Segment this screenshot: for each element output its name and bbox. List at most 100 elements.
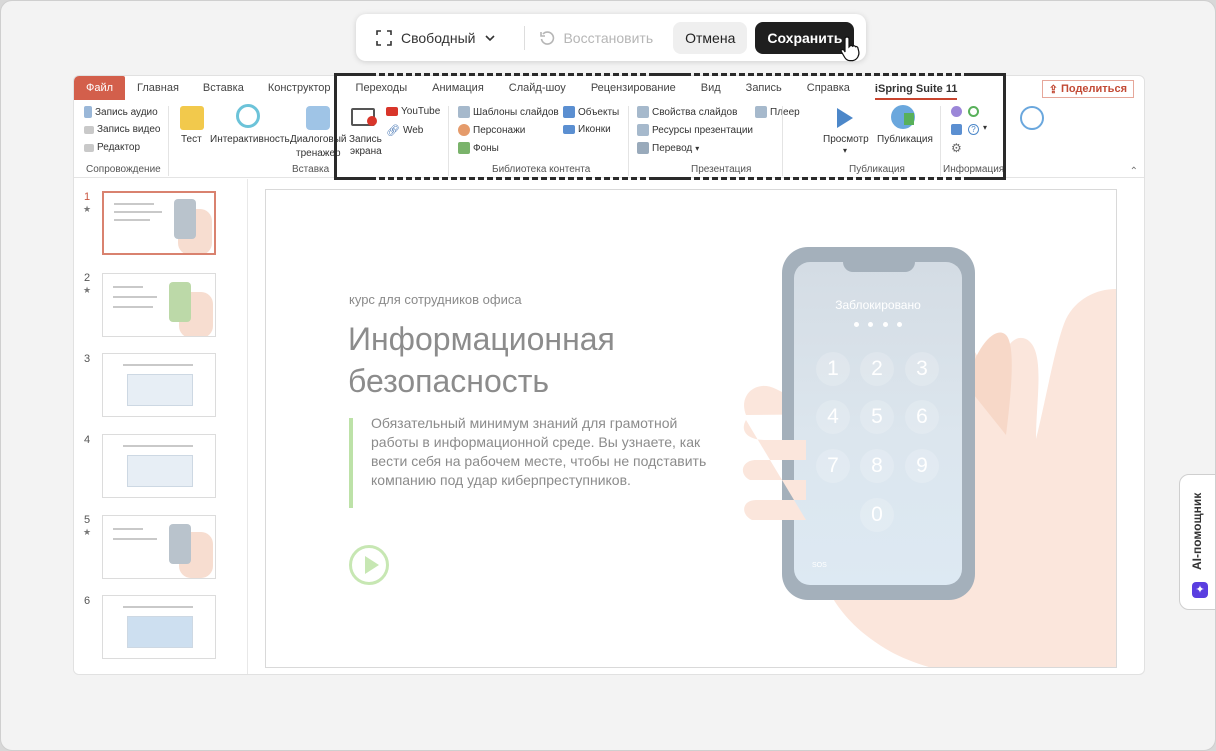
slide-kicker: курс для сотрудников офиса [349, 292, 522, 307]
chevron-down-icon[interactable]: ▾ [983, 123, 987, 132]
resources-icon [637, 124, 649, 136]
slide-thumbnail-3[interactable] [102, 353, 216, 417]
translate-button[interactable]: Перевод ▾ [637, 142, 699, 154]
crop-edge-handle[interactable] [334, 73, 337, 180]
slide-canvas[interactable]: Заблокировано 1 2 3 4 5 6 7 8 9 0 SOS ку… [265, 189, 1117, 668]
screen-record-label[interactable]: Запись [349, 134, 382, 145]
backgrounds-button[interactable]: Фоны [458, 142, 499, 154]
tab-insert[interactable]: Вставка [203, 76, 244, 100]
record-audio-label: Запись аудио [95, 106, 158, 118]
crop-toolbar: Свободный Восстановить Отмена Сохранить [356, 14, 866, 61]
play-preview-icon[interactable] [837, 108, 853, 128]
slide-thumbnail-1[interactable] [102, 191, 216, 255]
powerpoint-window: Файл Главная Вставка Конструктор Переход… [73, 75, 1145, 675]
crop-corner-handle[interactable] [966, 177, 1006, 180]
keypad-key: 2 [860, 352, 894, 386]
gear-icon[interactable]: ⚙︎ [951, 142, 962, 154]
thumb-line [114, 219, 150, 221]
tab-slideshow[interactable]: Слайд-шоу [509, 76, 566, 100]
tab-ispring[interactable]: iSpring Suite 11 [874, 80, 958, 100]
monitor-icon[interactable] [951, 124, 962, 135]
interactivity-icon[interactable] [236, 104, 260, 128]
slide-title: Информационная безопасность [348, 321, 615, 399]
tab-record[interactable]: Запись [746, 76, 782, 100]
share-button[interactable]: ⇪ Поделиться [1041, 80, 1134, 98]
thumb-line [113, 528, 143, 530]
icons-button[interactable]: Иконки [563, 124, 611, 135]
slide-thumbnail-5[interactable] [102, 515, 216, 579]
tab-review[interactable]: Рецензирование [591, 76, 676, 100]
ai-assistant-tab[interactable]: AI-помощник ✦ [1179, 474, 1215, 610]
objects-button[interactable]: Объекты [563, 106, 619, 118]
crop-mode-dropdown[interactable]: Свободный [376, 21, 508, 55]
player-button[interactable]: Плеер [755, 106, 800, 118]
thumb-number: 2 [84, 272, 91, 284]
sparkle-icon: ✦ [1192, 582, 1208, 598]
slide-templates-button[interactable]: Шаблоны слайдов [458, 106, 559, 118]
play-button-icon[interactable] [349, 545, 389, 585]
thumb-line [114, 211, 162, 213]
slide-properties-button[interactable]: Свойства слайдов [637, 106, 737, 118]
editor-button[interactable]: Редактор [84, 142, 140, 153]
dialog-label[interactable]: Диалоговый [290, 134, 347, 145]
editor-icon [84, 143, 94, 152]
help-icon[interactable]: ? [968, 124, 979, 135]
slide-thumbnail-6[interactable] [102, 595, 216, 659]
restore-label: Восстановить [563, 29, 654, 46]
tab-transitions[interactable]: Переходы [356, 76, 408, 100]
crop-corner-handle[interactable] [334, 73, 374, 76]
tab-animation[interactable]: Анимация [432, 76, 484, 100]
resources-button[interactable]: Ресурсы презентации [637, 124, 753, 136]
crop-corner-handle[interactable] [334, 177, 374, 180]
crop-edge-handle[interactable] [1003, 73, 1006, 180]
record-video-button[interactable]: Запись видео [84, 124, 160, 135]
tab-help[interactable]: Справка [807, 76, 850, 100]
collapse-ribbon-icon[interactable]: ⌃ [1130, 166, 1138, 177]
share-icon: ⇪ [1048, 83, 1058, 96]
translate-label: Перевод [652, 142, 693, 154]
characters-button[interactable]: Персонажи [458, 124, 525, 136]
chat-icon[interactable] [951, 106, 962, 117]
crop-edge-handle[interactable] [651, 73, 691, 76]
chevron-down-icon[interactable]: ▾ [843, 146, 847, 155]
thumb-line [113, 306, 153, 308]
slide-thumbnail-4[interactable] [102, 434, 216, 498]
animation-star-icon: ★ [83, 527, 92, 537]
cancel-button[interactable]: Отмена [673, 21, 748, 54]
web-button[interactable]: 🔗︎ Web [386, 124, 423, 137]
crop-edge-handle[interactable] [651, 177, 691, 180]
interactivity-label[interactable]: Интерактивность [210, 134, 290, 145]
ribbon-divider [940, 106, 941, 176]
test-icon[interactable] [180, 106, 204, 130]
tab-design[interactable]: Конструктор [268, 76, 331, 100]
templates-icon [458, 106, 470, 118]
app-frame: Свободный Восстановить Отмена Сохранить … [0, 0, 1216, 751]
tab-view[interactable]: Вид [701, 76, 721, 100]
slide-thumbnail-2[interactable] [102, 273, 216, 337]
chevron-down-icon: ▾ [695, 143, 700, 153]
publish-label[interactable]: Публикация [877, 134, 933, 145]
thumb-line [123, 445, 193, 447]
youtube-icon [386, 107, 398, 116]
youtube-button[interactable]: YouTube [386, 106, 440, 117]
player-label: Плеер [770, 106, 800, 118]
web-label: Web [402, 125, 424, 136]
phone-notch [843, 252, 915, 272]
preview-label[interactable]: Просмотр [823, 134, 869, 145]
tab-home[interactable]: Главная [137, 76, 179, 100]
crop-corner-handle[interactable] [966, 73, 1006, 76]
group-insert-label: Вставка [292, 164, 330, 175]
test-label[interactable]: Тест [181, 134, 202, 145]
refresh-icon[interactable] [968, 106, 979, 117]
keypad-key: 8 [860, 449, 894, 483]
locked-label: Заблокировано [835, 298, 921, 312]
thumb-screen [127, 455, 193, 487]
dialog-simulator-icon[interactable] [306, 106, 330, 130]
keypad-key: 7 [816, 449, 850, 483]
quote-bar [349, 418, 353, 508]
group-presentation-label: Презентация [691, 164, 752, 175]
record-audio-button[interactable]: Запись аудио [84, 106, 158, 118]
tab-file[interactable]: Файл [74, 76, 126, 100]
account-icon[interactable] [1020, 106, 1044, 130]
restore-button[interactable]: Восстановить [539, 21, 653, 55]
